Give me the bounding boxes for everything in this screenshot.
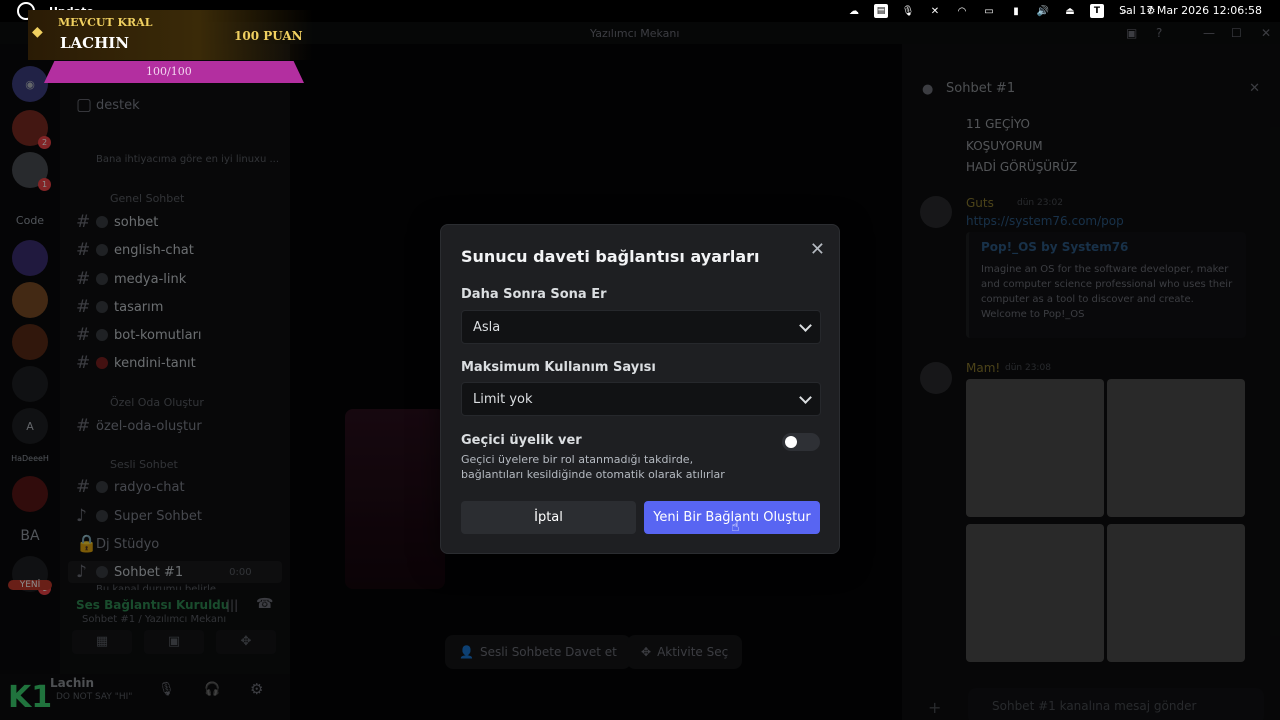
max-uses-label: Maksimum Kullanım Sayısı — [461, 360, 656, 375]
invite-settings-modal: Sunucu daveti bağlantısı ayarları ✕ Daha… — [440, 224, 840, 554]
close-icon[interactable]: ✕ — [810, 239, 825, 260]
cancel-button[interactable]: İptal — [461, 501, 636, 534]
temp-membership-description: Geçici üyelere bir rol atanmadığı takdir… — [461, 453, 725, 481]
expire-label: Daha Sonra Sona Er — [461, 287, 607, 302]
mouse-cursor: ☝ — [731, 519, 740, 535]
overlay-rank: MEVCUT KRAL — [58, 16, 153, 29]
modal-title: Sunucu daveti bağlantısı ayarları — [461, 247, 760, 266]
max-uses-value: Limit yok — [473, 391, 533, 407]
eject-icon[interactable]: ⏏ — [1063, 4, 1077, 18]
temp-membership-toggle[interactable] — [782, 433, 820, 451]
screen-icon[interactable]: ▭ — [982, 4, 996, 18]
system-tray: ☁ ▤ 🎙 ✕ ◠ ▭ ▮ 🔊 ⏏ T ⌕ ⚙ — [847, 0, 1158, 22]
bluetooth-off-icon[interactable]: ✕ — [928, 4, 942, 18]
clock[interactable]: Sal 17 Mar 2026 12:06:58 — [1119, 4, 1262, 17]
chevron-down-icon — [799, 391, 812, 404]
overlay-user: LACHIN — [60, 34, 130, 52]
tray-app-icon[interactable]: T — [1090, 4, 1104, 18]
microphone-icon[interactable]: 🎙 — [901, 4, 915, 18]
cloud-icon[interactable]: ☁ — [847, 4, 861, 18]
wifi-icon[interactable]: ◠ — [955, 4, 969, 18]
keyboard-icon[interactable]: ▤ — [874, 4, 888, 18]
diamond-icon: ◆ — [32, 24, 43, 40]
overlay-points: 100 PUAN — [234, 29, 303, 43]
overlay-progress-label: 100/100 — [146, 65, 192, 78]
battery-icon[interactable]: ▮ — [1009, 4, 1023, 18]
expire-select[interactable]: Asla — [461, 310, 821, 344]
chevron-down-icon — [799, 319, 812, 332]
temp-membership-label: Geçici üyelik ver — [461, 433, 582, 448]
volume-icon[interactable]: 🔊 — [1036, 4, 1050, 18]
toggle-knob — [785, 436, 797, 448]
max-uses-select[interactable]: Limit yok — [461, 382, 821, 416]
expire-value: Asla — [473, 319, 501, 335]
rank-overlay: ◆ MEVCUT KRAL LACHIN 100 PUAN 100/100 — [28, 10, 318, 88]
